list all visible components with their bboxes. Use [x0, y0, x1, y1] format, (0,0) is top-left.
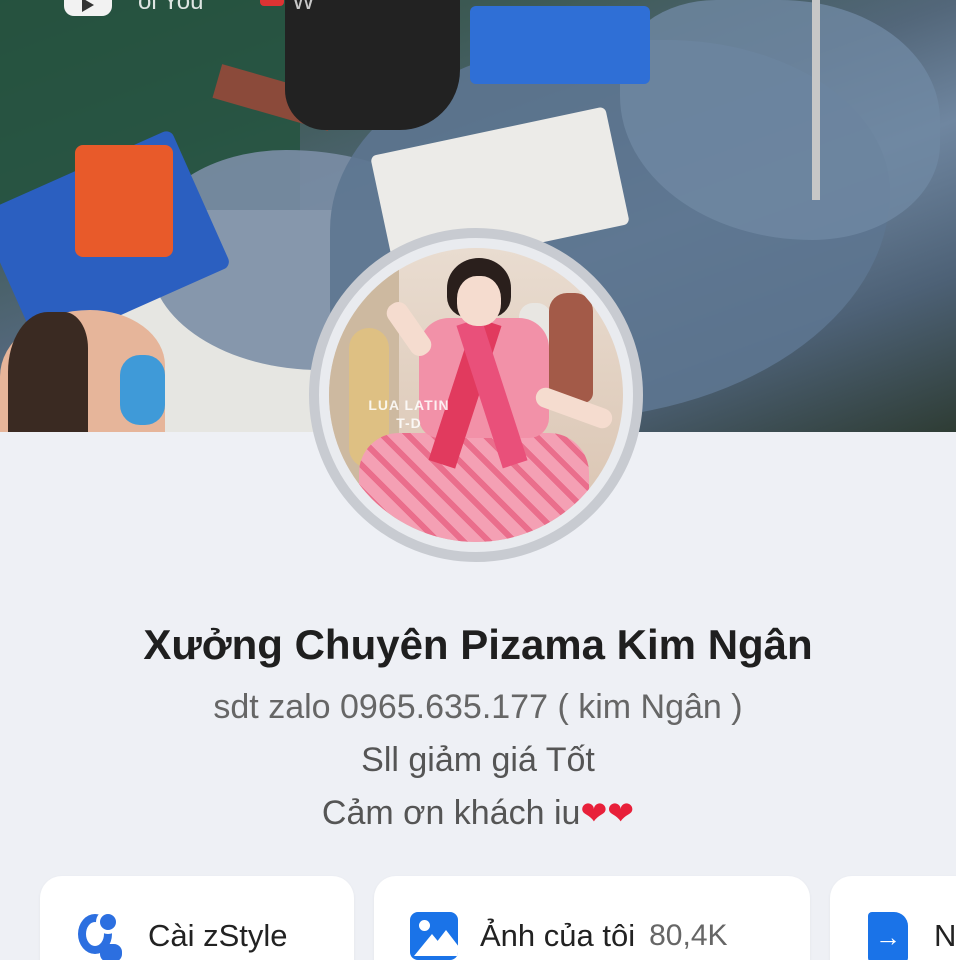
- my-photos-count: 80,4K: [649, 919, 728, 952]
- avatar-face: [457, 276, 501, 326]
- overlay-text-right: W: [292, 0, 315, 15]
- profile-name: Xưởng Chuyên Pizama Kim Ngân: [143, 621, 813, 668]
- my-photos-label: Ảnh của tôi: [480, 918, 636, 953]
- play-icon[interactable]: [64, 0, 112, 16]
- zstyle-icon: [74, 910, 126, 960]
- avatar-watermark: LUA LATIN T-D: [359, 396, 459, 432]
- zstyle-label: Cài zStyle: [148, 918, 288, 953]
- my-photos-button[interactable]: Ảnh của tôi 80,4K: [374, 876, 810, 960]
- avatar[interactable]: LUA LATIN T-D: [329, 248, 623, 542]
- avatar-bear-figure: [549, 293, 593, 403]
- cover-orange-basket: [75, 145, 173, 257]
- heart-emoji: ❤❤: [580, 795, 635, 831]
- cover-worker-mask: [120, 355, 165, 425]
- bio-line-thanks-text: Cảm ơn khách iu: [321, 794, 581, 832]
- third-action-button[interactable]: → N: [830, 876, 956, 960]
- avatar-pajama-pattern: [359, 433, 589, 542]
- watermark-line1: LUA LATIN: [368, 397, 450, 413]
- document-arrow-icon: →: [868, 912, 908, 960]
- bio-line-discount: Sll giảm giá Tốt: [361, 741, 595, 779]
- third-action-label: N: [934, 918, 956, 953]
- watermark-line2: T-D: [396, 415, 422, 432]
- bio-line-thanks: Cảm ơn khách iu❤❤: [0, 794, 956, 833]
- overlay-red-badge: [260, 0, 284, 6]
- zstyle-button[interactable]: Cài zStyle: [40, 876, 354, 960]
- photo-album-icon: [410, 912, 458, 960]
- bio-line-phone: sdt zalo 0965.635.177 ( kim Ngân ): [213, 688, 743, 726]
- overlay-text-left: oi You: [138, 0, 204, 15]
- cover-worker-hair: [8, 312, 88, 432]
- video-overlay-bar: oi You W: [0, 0, 956, 38]
